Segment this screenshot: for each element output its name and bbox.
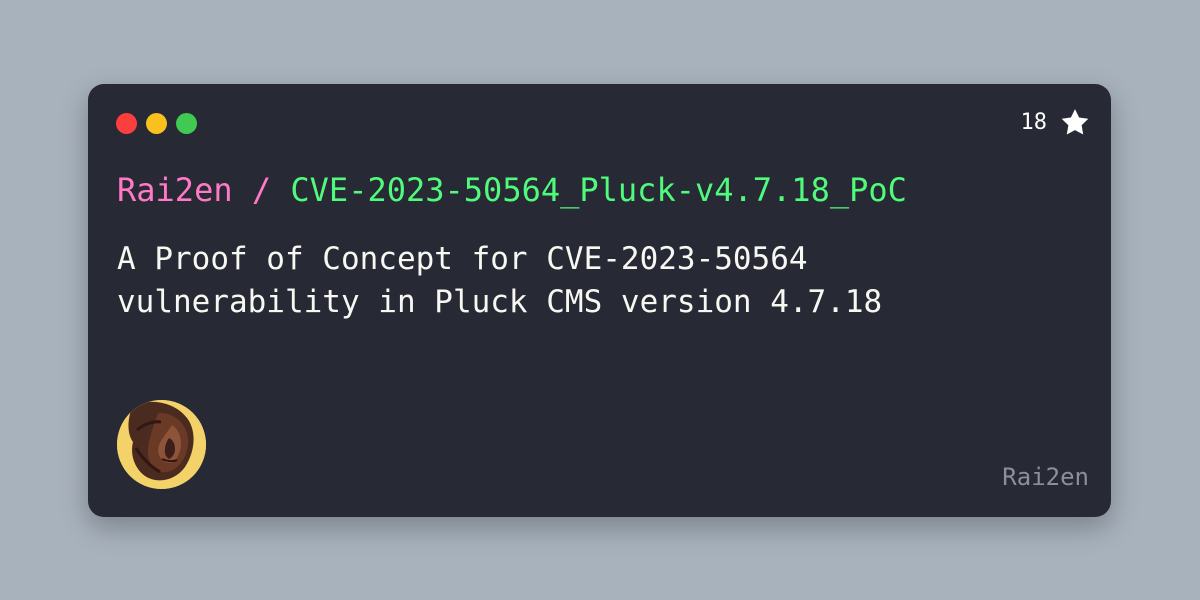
star-count-badge[interactable]: 18 — [1021, 106, 1094, 140]
star-count: 18 — [1020, 110, 1048, 135]
owner-repo-separator: / — [232, 171, 291, 209]
repository-owner[interactable]: Rai2en — [117, 171, 233, 209]
avatar-portrait-icon — [117, 400, 206, 489]
repository-name[interactable]: CVE-2023-50564_Pluck-v4.7.18_PoC — [290, 171, 907, 209]
minimize-window-icon[interactable] — [146, 113, 167, 134]
close-window-icon[interactable] — [116, 113, 137, 134]
user-avatar[interactable] — [117, 400, 206, 489]
window-controls — [116, 113, 197, 134]
repository-card: 18 Rai2en / CVE-2023-50564_Pluck-v4.7.18… — [88, 84, 1111, 517]
repository-title[interactable]: Rai2en / CVE-2023-50564_Pluck-v4.7.18_Po… — [117, 170, 907, 210]
star-icon — [1061, 109, 1089, 135]
footer-username[interactable]: Rai2en — [1002, 462, 1089, 492]
repository-description: A Proof of Concept for CVE-2023-50564 vu… — [117, 241, 883, 320]
maximize-window-icon[interactable] — [176, 113, 197, 134]
